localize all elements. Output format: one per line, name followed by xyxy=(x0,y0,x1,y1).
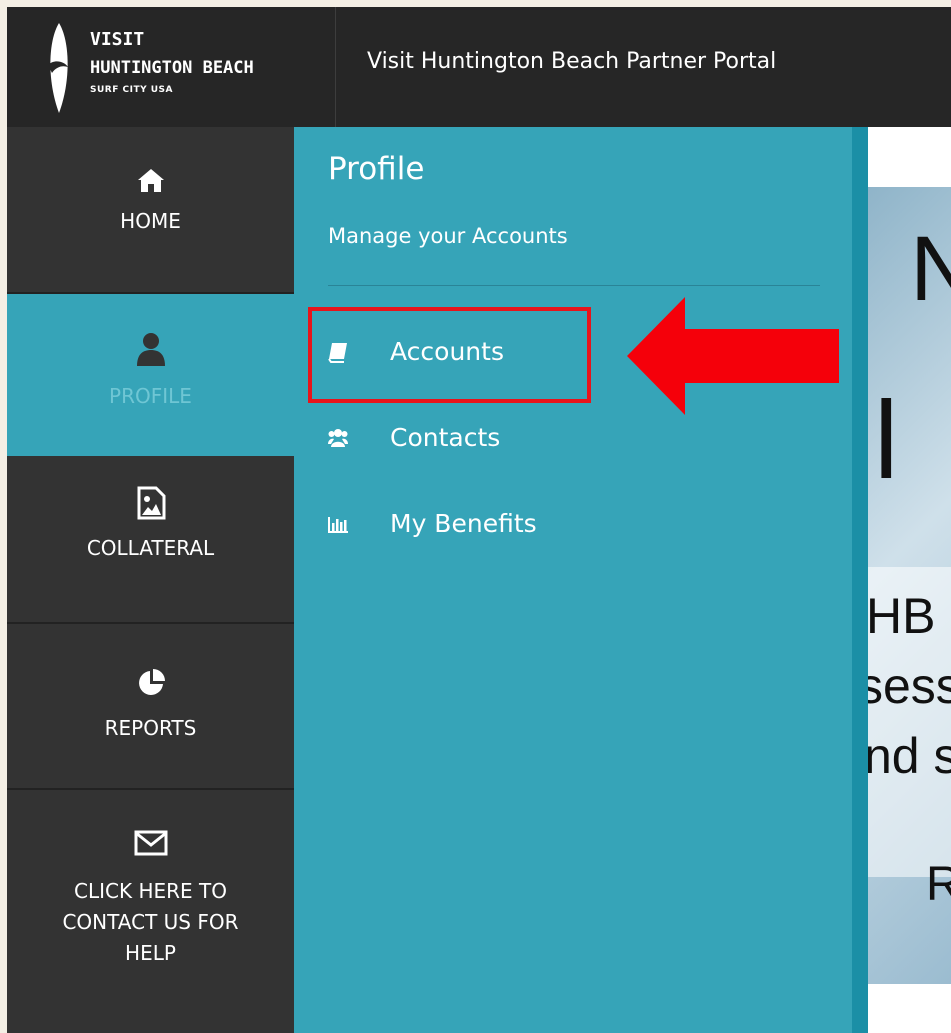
image-file-icon xyxy=(137,486,165,520)
panel-title: Profile xyxy=(328,151,425,187)
top-bar: VISIT HUNTINGTON BEACH SURF CITY USA Vis… xyxy=(7,7,951,127)
logo-text-city: HUNTINGTON BEACH xyxy=(90,58,254,78)
sidebar-item-label-line: CLICK HERE TO xyxy=(74,879,227,903)
sidebar-item-label-line: HELP xyxy=(125,941,176,965)
logo[interactable]: VISIT HUNTINGTON BEACH SURF CITY USA xyxy=(7,7,336,127)
sidebar-item-label-line: CONTACT US FOR xyxy=(62,910,239,934)
menu-item-label: Contacts xyxy=(390,423,501,452)
banner-text: R xyxy=(926,858,951,911)
sidebar-item-contact-help[interactable]: CLICK HERE TO CONTACT US FOR HELP xyxy=(7,790,294,1033)
highlight-box xyxy=(308,307,591,403)
logo-tagline: SURF CITY USA xyxy=(90,85,173,95)
sidebar-item-label: REPORTS xyxy=(104,716,197,740)
envelope-icon xyxy=(134,830,167,856)
logo-text-visit: VISIT xyxy=(90,29,145,50)
user-icon xyxy=(136,333,165,366)
sidebar-item-reports[interactable]: REPORTS xyxy=(7,624,294,790)
banner-text: HB is xyxy=(868,588,951,644)
banner-text: l xyxy=(874,379,899,502)
users-icon xyxy=(328,429,348,447)
banner-text: sess xyxy=(868,658,951,714)
portal-title: Visit Huntington Beach Partner Portal xyxy=(367,49,777,74)
sidebar-item-profile[interactable]: PROFILE xyxy=(7,294,294,456)
sidebar-item-label: COLLATERAL xyxy=(86,536,215,560)
profile-flyout-panel: Profile Manage your Accounts Accounts Co… xyxy=(294,127,852,1033)
banner-text: nd s xyxy=(868,728,951,784)
banner-text: N xyxy=(910,218,951,320)
sidebar-item-collateral[interactable]: COLLATERAL xyxy=(7,456,294,624)
panel-subtitle: Manage your Accounts xyxy=(328,224,568,248)
main-content: N l HB is sess nd s R xyxy=(868,127,951,1033)
app-frame: VISIT HUNTINGTON BEACH SURF CITY USA Vis… xyxy=(7,7,951,1033)
sidebar-item-home[interactable]: HOME xyxy=(7,127,294,294)
bar-chart-icon xyxy=(328,517,348,533)
panel-edge xyxy=(852,127,868,1033)
surfboard-icon xyxy=(48,23,68,113)
home-icon xyxy=(137,169,164,192)
sidebar-item-label: HOME xyxy=(120,209,181,233)
hero-banner: N l HB is sess nd s R xyxy=(868,187,951,984)
red-arrow-annotation xyxy=(627,297,839,415)
divider xyxy=(328,285,820,286)
sidebar-item-label: PROFILE xyxy=(109,384,192,408)
sidebar: HOME PROFILE COLLATERAL REPORTS CLICK HE… xyxy=(7,127,294,1033)
pie-chart-icon xyxy=(138,669,165,695)
menu-item-label: My Benefits xyxy=(390,509,537,538)
